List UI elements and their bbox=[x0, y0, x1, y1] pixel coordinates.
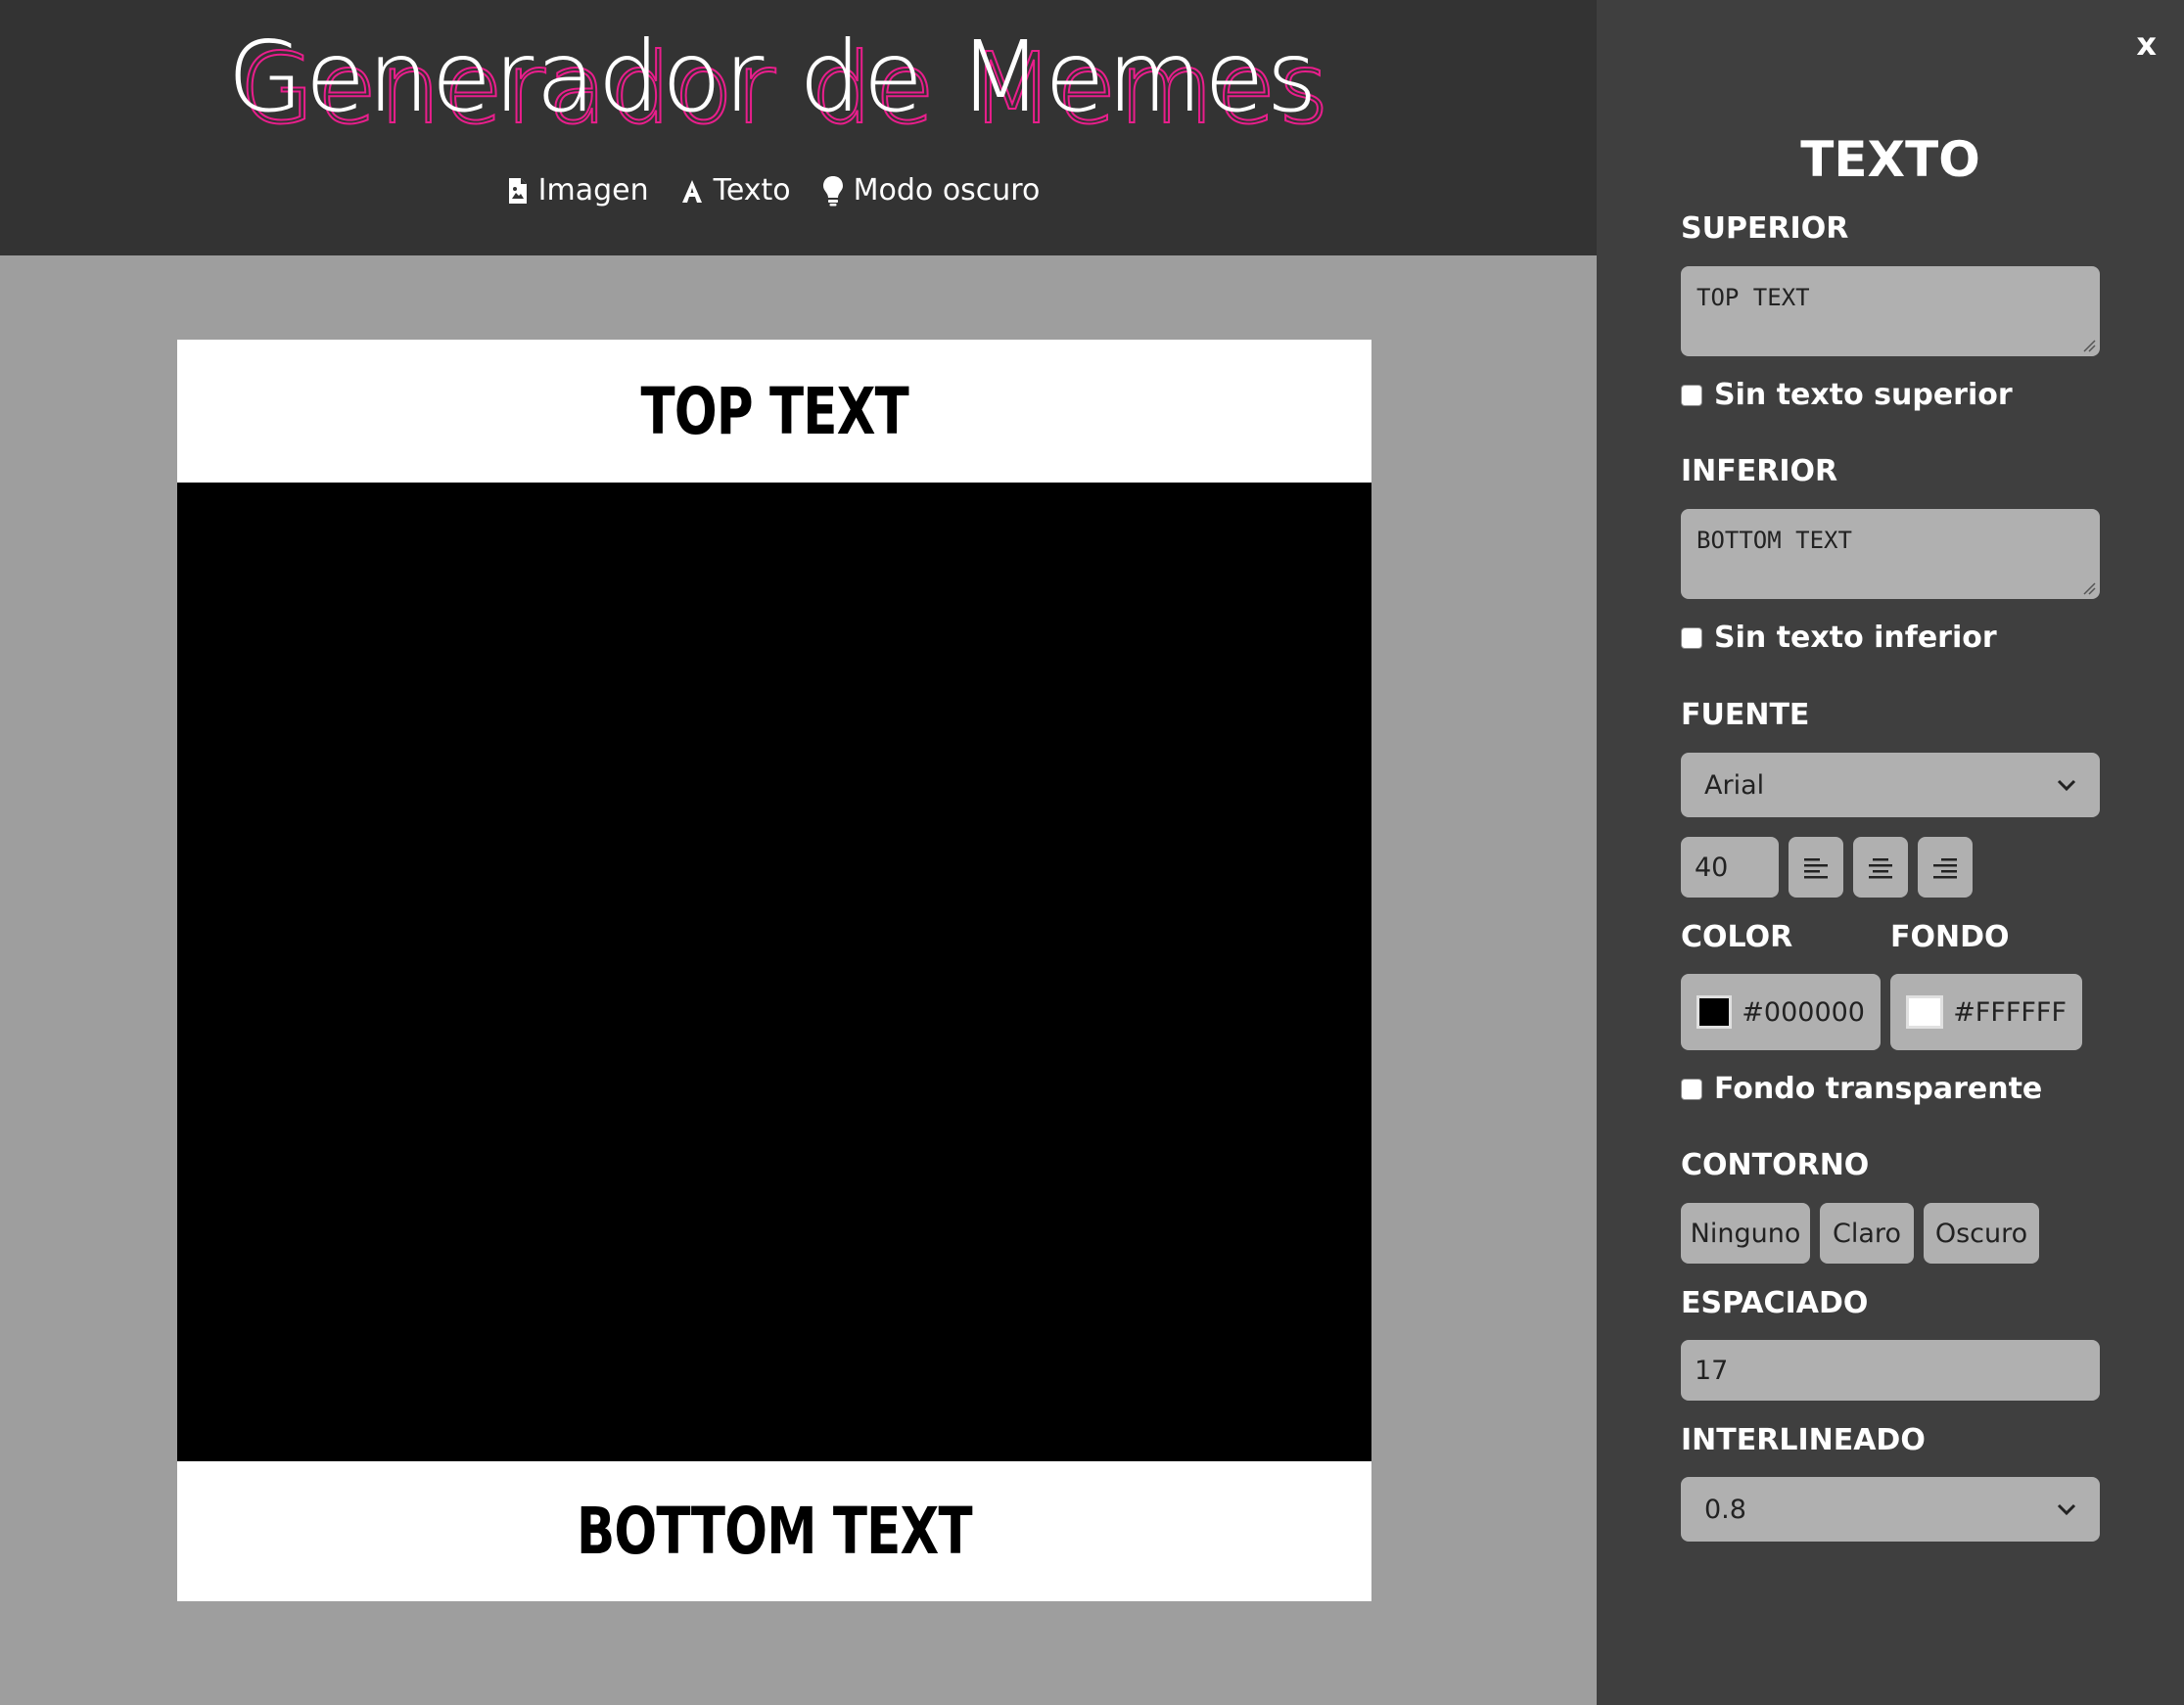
outline-none-button[interactable]: Ninguno bbox=[1681, 1203, 1810, 1264]
app-title-text: Generador de Memes bbox=[227, 20, 1320, 134]
outline-light-button[interactable]: Claro bbox=[1820, 1203, 1914, 1264]
transparent-background-checkbox[interactable] bbox=[1681, 1078, 1702, 1100]
font-label: FUENTE bbox=[1681, 698, 1810, 732]
background-color-value: #FFFFFF bbox=[1953, 996, 2067, 1028]
image-file-icon bbox=[508, 177, 527, 204]
lightbulb-icon bbox=[822, 175, 843, 206]
color-label: COLOR bbox=[1681, 920, 1793, 954]
background-color-picker[interactable]: #FFFFFF bbox=[1890, 974, 2082, 1050]
top-text-field-wrap: TOP TEXT bbox=[1681, 266, 2100, 356]
text-color-swatch bbox=[1696, 995, 1733, 1029]
chevron-down-icon bbox=[2057, 1503, 2076, 1516]
close-button[interactable]: x bbox=[2136, 25, 2157, 63]
panel-title: TEXTO bbox=[1800, 131, 1980, 188]
align-center-button[interactable] bbox=[1853, 837, 1908, 898]
align-center-icon bbox=[1869, 858, 1892, 879]
text-color-value: #000000 bbox=[1742, 996, 1865, 1028]
text-icon bbox=[681, 179, 702, 203]
app-title: Generador de Memes Generador de Memes bbox=[0, 20, 1597, 147]
outline-label: CONTORNO bbox=[1681, 1148, 1870, 1182]
nav-texto[interactable]: Texto bbox=[680, 173, 791, 207]
meme-bottom-band: BOTTOM TEXT bbox=[177, 1461, 1371, 1601]
resize-grip-icon[interactable] bbox=[2082, 581, 2096, 595]
nav-texto-label: Texto bbox=[713, 173, 791, 207]
background-color-swatch bbox=[1906, 995, 1944, 1029]
spacing-input[interactable]: 17 bbox=[1681, 1340, 2100, 1401]
spacing-value: 17 bbox=[1695, 1355, 1729, 1386]
no-top-text-option[interactable]: Sin texto superior bbox=[1681, 378, 2013, 412]
chevron-down-icon bbox=[2057, 779, 2076, 792]
align-right-button[interactable] bbox=[1918, 837, 1973, 898]
align-left-button[interactable] bbox=[1789, 837, 1843, 898]
no-bottom-text-option[interactable]: Sin texto inferior bbox=[1681, 621, 1997, 655]
line-height-select[interactable]: 0.8 bbox=[1681, 1477, 2100, 1542]
align-right-icon bbox=[1933, 858, 1957, 879]
transparent-background-option[interactable]: Fondo transparente bbox=[1681, 1072, 2042, 1106]
header: Generador de Memes Generador de Memes Im… bbox=[0, 0, 1597, 255]
top-text-input[interactable]: TOP TEXT bbox=[1681, 266, 2100, 356]
resize-grip-icon[interactable] bbox=[2082, 339, 2096, 352]
no-bottom-text-checkbox[interactable] bbox=[1681, 626, 1702, 649]
no-top-text-label: Sin texto superior bbox=[1714, 378, 2013, 412]
nav-modo-oscuro-label: Modo oscuro bbox=[853, 173, 1041, 207]
background-label: FONDO bbox=[1890, 920, 2010, 954]
transparent-background-label: Fondo transparente bbox=[1714, 1072, 2043, 1106]
spacing-label: ESPACIADO bbox=[1681, 1286, 1869, 1320]
meme-canvas: TOP TEXT BOTTOM TEXT bbox=[177, 340, 1371, 1601]
font-size-value: 40 bbox=[1695, 852, 1729, 883]
line-height-label: INTERLINEADO bbox=[1681, 1423, 1926, 1457]
font-select-value: Arial bbox=[1704, 769, 1765, 801]
meme-top-band: TOP TEXT bbox=[177, 340, 1371, 483]
nav-imagen[interactable]: Imagen bbox=[507, 173, 649, 207]
no-bottom-text-label: Sin texto inferior bbox=[1714, 621, 1997, 655]
main-nav: Imagen Texto Modo oscuro bbox=[0, 173, 1547, 207]
bottom-text-field-wrap: BOTTOM TEXT bbox=[1681, 509, 2100, 599]
text-color-picker[interactable]: #000000 bbox=[1681, 974, 1881, 1050]
text-panel: x TEXTO SUPERIOR TOP TEXT Sin texto supe… bbox=[1597, 0, 2184, 1705]
nav-imagen-label: Imagen bbox=[537, 173, 649, 207]
meme-bottom-text: BOTTOM TEXT bbox=[577, 1494, 973, 1569]
top-text-label: SUPERIOR bbox=[1681, 211, 1849, 246]
nav-modo-oscuro[interactable]: Modo oscuro bbox=[822, 173, 1041, 207]
bottom-text-label: INFERIOR bbox=[1681, 454, 1838, 488]
align-left-icon bbox=[1804, 858, 1828, 879]
outline-dark-button[interactable]: Oscuro bbox=[1924, 1203, 2039, 1264]
bottom-text-input[interactable]: BOTTOM TEXT bbox=[1681, 509, 2100, 599]
meme-top-text: TOP TEXT bbox=[640, 373, 908, 449]
line-height-value: 0.8 bbox=[1704, 1494, 1746, 1525]
meme-image bbox=[177, 483, 1371, 1461]
font-select[interactable]: Arial bbox=[1681, 753, 2100, 817]
no-top-text-checkbox[interactable] bbox=[1681, 384, 1702, 406]
font-size-input[interactable]: 40 bbox=[1681, 837, 1779, 898]
